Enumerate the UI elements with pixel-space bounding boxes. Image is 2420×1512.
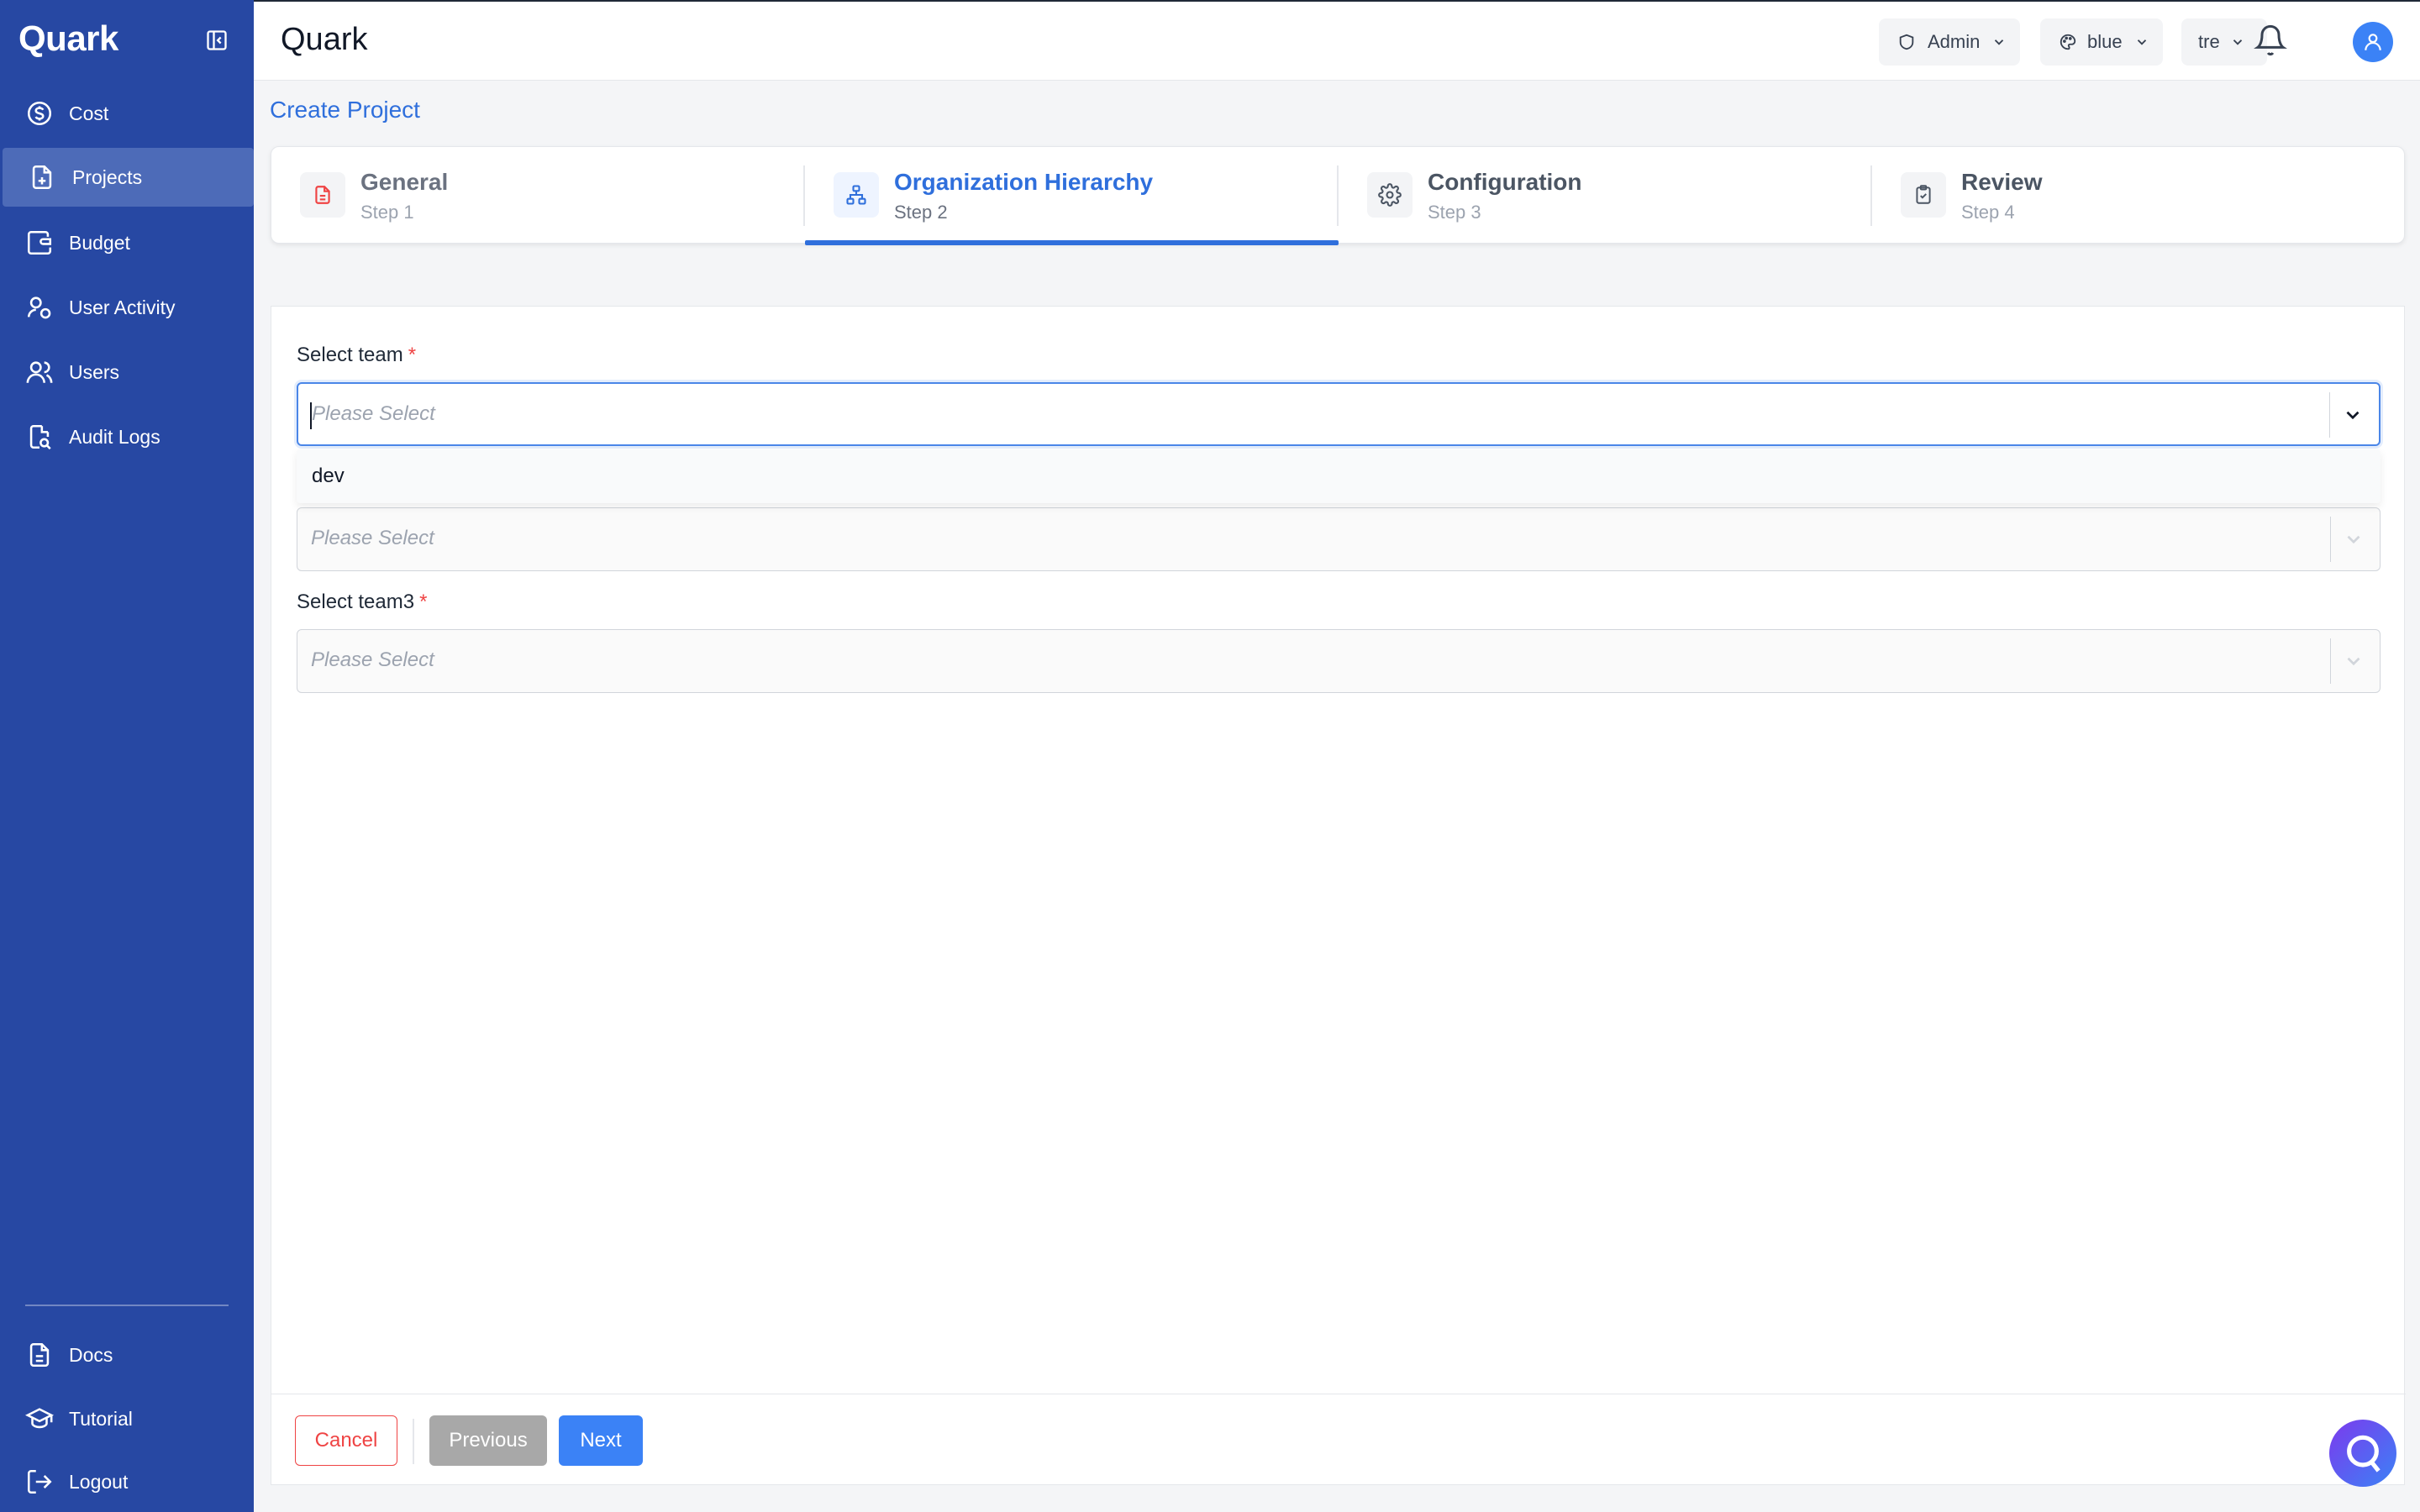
hierarchy-icon <box>846 185 866 205</box>
cancel-button[interactable]: Cancel <box>295 1415 397 1466</box>
document-icon <box>315 186 330 204</box>
step-general[interactable]: General Step 1 <box>271 147 805 244</box>
step-review[interactable]: Review Step 4 <box>1872 147 2406 244</box>
step-icon <box>834 172 879 218</box>
team-dropdown-menu: dev <box>297 449 2381 503</box>
previous-button[interactable]: Previous <box>429 1415 547 1466</box>
palette-icon <box>2060 34 2076 50</box>
step-title: Configuration <box>1428 169 1582 195</box>
select-placeholder: Please Select <box>311 648 434 671</box>
avatar[interactable] <box>2353 22 2393 62</box>
gear-icon <box>1378 183 1402 207</box>
collapse-sidebar-icon[interactable] <box>205 29 229 52</box>
select-team-label: Select team * <box>297 344 416 367</box>
chevron-down-icon[interactable] <box>2343 528 2365 550</box>
theme-selector[interactable]: blue <box>2040 18 2163 66</box>
chevron-down-icon <box>2137 39 2146 45</box>
step-title: General <box>360 169 449 195</box>
chat-assistant-icon <box>2347 1435 2381 1473</box>
select-placeholder: Please Select <box>312 402 435 425</box>
step-subtitle: Step 2 <box>894 202 948 223</box>
sidebar-item-label: Cost <box>69 102 109 124</box>
select-divider <box>2330 638 2331 684</box>
chevron-down-icon[interactable] <box>2343 650 2365 672</box>
step-subtitle: Step 3 <box>1428 202 1481 223</box>
file-plus-icon <box>32 165 52 190</box>
theme-label: blue <box>2087 31 2123 52</box>
step-subtitle: Step 4 <box>1961 202 2015 223</box>
step-organization-hierarchy[interactable]: Organization Hierarchy Step 2 <box>805 147 1339 245</box>
sidebar-item-tutorial[interactable]: Tutorial <box>0 1389 254 1448</box>
chat-assistant-button[interactable] <box>2329 1420 2396 1487</box>
file-search-icon <box>29 424 51 450</box>
sidebar-item-user-activity[interactable]: User Activity <box>0 278 254 337</box>
select-team2-dropdown[interactable]: Please Select <box>297 507 2381 571</box>
select-placeholder: Please Select <box>311 527 434 549</box>
active-step-indicator <box>805 240 1339 245</box>
dropdown-option-dev[interactable]: dev <box>312 465 345 488</box>
required-marker: * <box>408 344 417 366</box>
workspace-label: tre <box>2198 31 2220 52</box>
sidebar-item-label: Docs <box>69 1343 113 1366</box>
page-title: Create Project <box>270 97 420 123</box>
select-team-dropdown[interactable]: Please Select <box>297 382 2381 446</box>
user-icon <box>2365 34 2381 50</box>
sidebar-item-label: Projects <box>72 165 143 188</box>
top-bar: Quark Admin blue tre <box>254 0 2420 81</box>
step-icon <box>1367 172 1413 218</box>
select-divider <box>2330 517 2331 562</box>
stepper: General Step 1 Organization Hierarchy St… <box>271 146 2406 245</box>
step-icon <box>300 172 345 218</box>
chevron-down-icon <box>1995 39 2004 45</box>
select-team3-label: Select team3 * <box>297 591 427 614</box>
shield-icon <box>1899 34 1914 50</box>
graduation-cap-icon <box>25 1408 54 1429</box>
users-icon <box>26 361 53 383</box>
bell-icon[interactable] <box>2254 24 2287 57</box>
sidebar-item-label: Logout <box>69 1470 129 1493</box>
sidebar-item-label: User Activity <box>69 296 176 318</box>
role-selector[interactable]: Admin <box>1879 18 2020 66</box>
required-marker: * <box>419 591 428 613</box>
document-icon <box>29 1342 50 1368</box>
button-divider <box>413 1419 414 1464</box>
step-subtitle: Step 1 <box>360 202 414 223</box>
sidebar-item-label: Tutorial <box>69 1407 133 1430</box>
select-divider <box>2329 392 2330 438</box>
sidebar-item-docs[interactable]: Docs <box>0 1326 254 1384</box>
sidebar: Quark Cost Projects Budget User Activity… <box>0 0 254 1512</box>
step-title: Review <box>1961 169 2043 195</box>
step-icon <box>1901 172 1946 218</box>
header-title: Quark <box>281 22 368 57</box>
step-title: Organization Hierarchy <box>894 169 1154 195</box>
clipboard-check-icon <box>1916 185 1931 204</box>
sidebar-item-budget[interactable]: Budget <box>0 213 254 272</box>
field-label-text: Select team <box>297 344 403 366</box>
sidebar-item-users[interactable]: Users <box>0 343 254 402</box>
next-button[interactable]: Next <box>559 1415 643 1466</box>
dollar-circle-icon <box>27 101 52 126</box>
sidebar-divider <box>25 1305 229 1306</box>
sidebar-item-label: Users <box>69 360 120 383</box>
sidebar-item-audit-logs[interactable]: Audit Logs <box>0 407 254 466</box>
sidebar-item-cost[interactable]: Cost <box>0 84 254 143</box>
wallet-icon <box>27 230 52 255</box>
app-logo: Quark <box>18 18 118 58</box>
field-label-text: Select team3 <box>297 591 415 613</box>
form-card: Select team * Please Select Please Select… <box>271 306 2406 1485</box>
chevron-down-icon <box>2233 39 2242 45</box>
sidebar-item-label: Budget <box>69 231 130 254</box>
sidebar-item-label: Audit Logs <box>69 425 160 448</box>
user-activity-icon <box>27 297 51 319</box>
sidebar-item-logout[interactable]: Logout <box>0 1452 254 1511</box>
logout-icon <box>27 1469 52 1494</box>
step-configuration[interactable]: Configuration Step 3 <box>1339 147 1872 244</box>
chevron-down-icon[interactable] <box>2342 404 2364 426</box>
select-team3-dropdown[interactable]: Please Select <box>297 629 2381 693</box>
sidebar-item-projects[interactable]: Projects <box>3 148 254 207</box>
role-label: Admin <box>1928 31 1981 52</box>
